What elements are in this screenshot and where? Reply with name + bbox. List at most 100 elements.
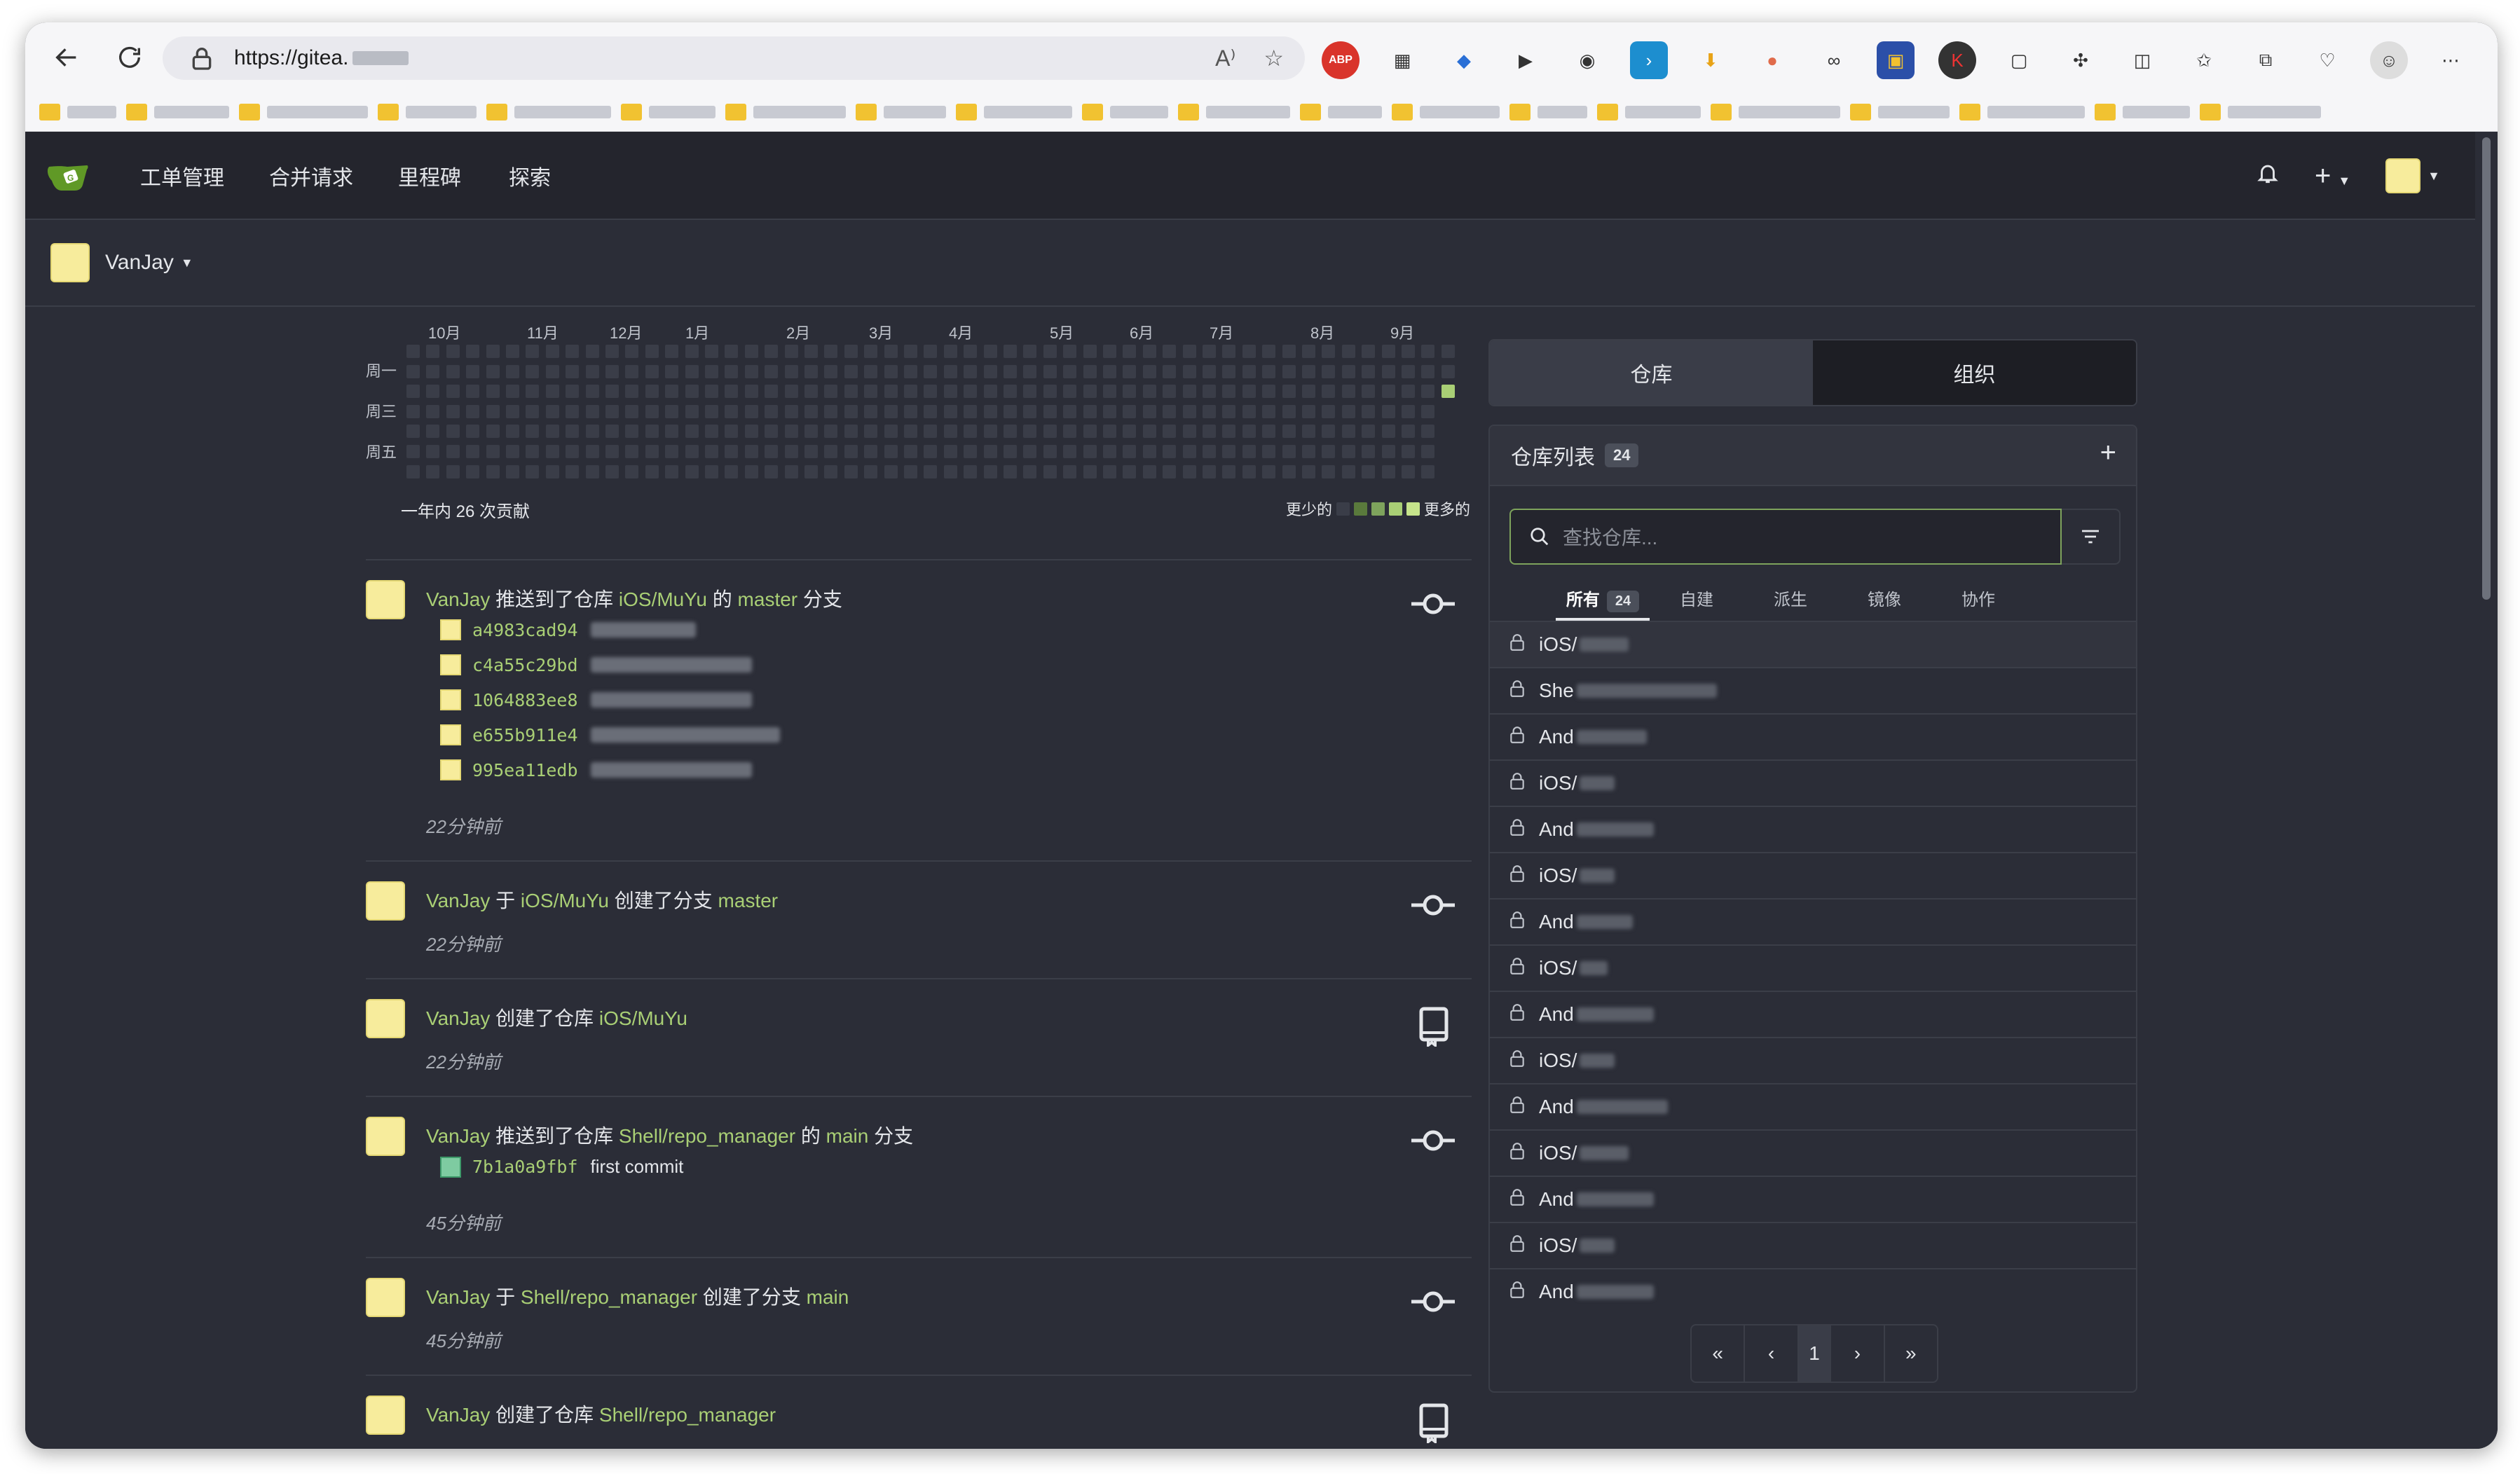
feed-user-link[interactable]: VanJay: [426, 890, 490, 911]
commit-sha-link[interactable]: c4a55c29bd: [472, 655, 578, 675]
avatar[interactable]: [366, 1396, 405, 1435]
context-switcher[interactable]: VanJay ▼: [25, 220, 2475, 307]
avatar[interactable]: [366, 881, 405, 921]
avatar[interactable]: [366, 580, 405, 619]
next-page-button[interactable]: ›: [1831, 1325, 1885, 1382]
read-aloud-icon[interactable]: A⁾: [1215, 45, 1235, 71]
commit-sha-link[interactable]: 995ea11edb: [472, 760, 578, 780]
nav-pulls[interactable]: 合并请求: [269, 132, 353, 220]
repo-item[interactable]: And: [1490, 1083, 2136, 1129]
avatar[interactable]: [366, 1278, 405, 1317]
feed-branch-link[interactable]: main: [807, 1286, 849, 1308]
bookmark-item[interactable]: [1300, 103, 1382, 120]
bookmark-item[interactable]: [1392, 103, 1500, 120]
commit-sha-link[interactable]: e655b911e4: [472, 725, 578, 745]
bookmark-item[interactable]: [1509, 103, 1587, 120]
adblock-icon[interactable]: ABP: [1322, 41, 1360, 79]
bookmark-item[interactable]: [378, 103, 477, 120]
page-1-button[interactable]: 1: [1798, 1325, 1832, 1382]
feed-user-link[interactable]: VanJay: [426, 1286, 490, 1308]
play-icon[interactable]: ▶: [1507, 41, 1545, 79]
first-page-button[interactable]: «: [1692, 1325, 1746, 1382]
repo-item[interactable]: iOS/: [1490, 852, 2136, 898]
bookmark-item[interactable]: [2095, 103, 2190, 120]
download-icon[interactable]: ⬇: [1692, 41, 1730, 79]
favorites-icon[interactable]: ✩: [2185, 41, 2223, 79]
repo-item[interactable]: And: [1490, 806, 2136, 852]
terminal-icon[interactable]: ›: [1630, 41, 1668, 79]
feed-user-link[interactable]: VanJay: [426, 1125, 490, 1147]
nav-explore[interactable]: 探索: [509, 132, 551, 220]
back-icon[interactable]: [42, 33, 91, 82]
nav-milestones[interactable]: 里程碑: [398, 132, 461, 220]
bookmark-item[interactable]: [239, 103, 368, 120]
feed-branch-link[interactable]: main: [826, 1125, 869, 1147]
bookmark-item[interactable]: [1597, 103, 1701, 120]
feed-user-link[interactable]: VanJay: [426, 588, 490, 610]
frame-icon[interactable]: ▢: [2000, 41, 2038, 79]
repo-item[interactable]: iOS/: [1490, 1129, 2136, 1176]
repo-item[interactable]: And: [1490, 991, 2136, 1037]
app-icon[interactable]: ▣: [1877, 41, 1915, 79]
last-page-button[interactable]: »: [1885, 1325, 1937, 1382]
repo-item[interactable]: She: [1490, 667, 2136, 713]
bookmark-item[interactable]: [39, 103, 116, 120]
repo-item[interactable]: And: [1490, 713, 2136, 759]
bookmark-item[interactable]: [486, 103, 611, 120]
bookmark-item[interactable]: [1959, 103, 2085, 120]
glasses-icon[interactable]: ∞: [1815, 41, 1853, 79]
feed-branch-link[interactable]: master: [718, 890, 779, 911]
commit-sha-link[interactable]: 1064883ee8: [472, 690, 578, 710]
bookmark-item[interactable]: [856, 103, 946, 120]
more-icon[interactable]: ⋯: [2432, 41, 2470, 79]
repo-item[interactable]: iOS/: [1490, 759, 2136, 806]
nav-issues[interactable]: 工单管理: [140, 132, 224, 220]
bookmark-item[interactable]: [956, 103, 1072, 120]
puzzle-icon[interactable]: ✣: [2062, 41, 2100, 79]
filter-tab[interactable]: 所有 24: [1556, 581, 1650, 621]
feed-user-link[interactable]: VanJay: [426, 1007, 490, 1029]
feed-repo-link[interactable]: Shell/repo_manager: [599, 1404, 776, 1426]
feed-repo-link[interactable]: iOS/MuYu: [619, 588, 707, 610]
feed-branch-link[interactable]: master: [738, 588, 798, 610]
page-scrollbar[interactable]: [2475, 132, 2498, 1449]
repo-item[interactable]: iOS/: [1490, 621, 2136, 667]
commit-sha-link[interactable]: a4983cad94: [472, 620, 578, 640]
repo-item[interactable]: And: [1490, 1176, 2136, 1222]
avatar[interactable]: [366, 1117, 405, 1156]
record-icon[interactable]: ●: [1753, 41, 1791, 79]
mask-icon[interactable]: ◉: [1568, 41, 1606, 79]
repo-item[interactable]: iOS/: [1490, 1222, 2136, 1268]
repo-item[interactable]: And: [1490, 898, 2136, 944]
bookmark-item[interactable]: [725, 103, 846, 120]
filter-tab[interactable]: 镜像: [1837, 581, 1931, 621]
repo-search-input[interactable]: 查找仓库...: [1509, 509, 2062, 565]
collections-icon[interactable]: ⧉: [2247, 41, 2285, 79]
repo-item[interactable]: And: [1490, 1268, 2136, 1314]
avatar[interactable]: [366, 999, 405, 1038]
filter-button[interactable]: [2062, 509, 2121, 565]
bell-icon[interactable]: [2256, 161, 2280, 191]
feed-repo-link[interactable]: Shell/repo_manager: [521, 1286, 697, 1308]
feed-repo-link[interactable]: iOS/MuYu: [521, 890, 609, 911]
bookmark-item[interactable]: [2200, 103, 2321, 120]
tab-repositories[interactable]: 仓库: [1490, 340, 1813, 405]
split-screen-icon[interactable]: ◫: [2123, 41, 2161, 79]
create-menu[interactable]: + ▼: [2315, 160, 2350, 192]
repo-item[interactable]: iOS/: [1490, 1037, 2136, 1083]
prev-page-button[interactable]: ‹: [1745, 1325, 1799, 1382]
feed-user-link[interactable]: VanJay: [426, 1404, 490, 1426]
reload-icon[interactable]: [105, 33, 154, 82]
filter-tab[interactable]: 派生: [1744, 581, 1837, 621]
bookmark-item[interactable]: [126, 103, 229, 120]
user-menu[interactable]: ▼: [2385, 158, 2440, 193]
repo-item[interactable]: iOS/: [1490, 944, 2136, 991]
extension-badge-icon[interactable]: ◆: [1445, 41, 1483, 79]
feed-repo-link[interactable]: Shell/repo_manager: [619, 1125, 795, 1147]
tab-organizations[interactable]: 组织: [1813, 340, 2136, 405]
qr-icon[interactable]: ▦: [1383, 41, 1421, 79]
gitea-logo[interactable]: G: [46, 160, 91, 193]
filter-tab[interactable]: 协作: [1931, 581, 2025, 621]
scrollbar-thumb[interactable]: [2482, 137, 2491, 600]
bookmark-item[interactable]: [1178, 103, 1290, 120]
